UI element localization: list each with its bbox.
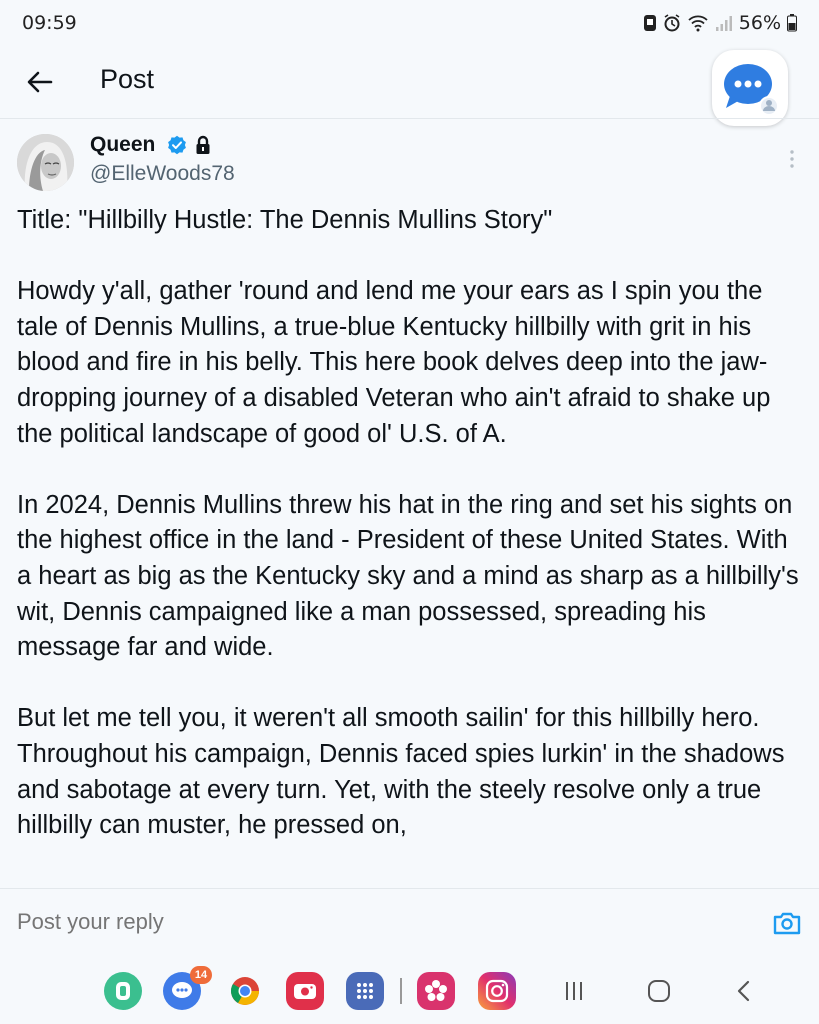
signal-icon [715,16,732,31]
author-badges [167,135,211,155]
wifi-icon [688,15,708,32]
alarm-icon [664,14,680,32]
status-bar: 09:59 56% [0,0,819,46]
battery-icon [787,14,797,32]
post-paragraph: Title: "Hillbilly Hustle: The Dennis Mul… [17,206,553,234]
lock-icon [196,135,210,154]
user-name[interactable]: Queen [90,133,155,157]
chat-bubble-button[interactable] [712,50,788,126]
header-bar: Post [0,46,819,118]
home-icon[interactable] [647,979,671,1003]
flower-app-icon [425,980,447,1001]
header-divider [0,118,819,119]
post-paragraph: In 2024, Dennis Mullins threw his hat in… [17,490,799,662]
status-time: 09:59 [22,12,77,34]
verified-badge-icon [168,135,186,155]
user-handle[interactable]: @ElleWoods78 [90,162,235,186]
post-paragraph: Howdy y'all, gather 'round and lend me y… [17,277,771,448]
app-phone-dock[interactable] [104,972,142,1010]
status-icons: 56% [643,12,797,34]
recent-apps-icon[interactable] [562,980,586,1002]
camera-app-icon [294,984,316,999]
post-text: Title: "Hillbilly Hustle: The Dennis Mul… [17,203,807,879]
reply-input[interactable] [17,909,717,935]
app-instagram[interactable] [478,972,516,1010]
phone-app-icon [116,982,130,1000]
chrome-icon [231,977,259,1005]
chat-bubble-icon [724,64,779,116]
back-nav-icon[interactable] [734,979,754,1003]
app-drawer[interactable] [346,972,384,1010]
battery-level: 56% [738,12,781,34]
arrow-left-icon[interactable] [24,66,56,98]
app-chrome[interactable] [226,972,264,1010]
page-title: Post [100,64,155,94]
messages-badge: 14 [190,966,212,984]
screenshot-icon [643,15,656,31]
camera-icon[interactable] [772,908,802,938]
messages-app-icon [172,982,192,998]
more-options-icon[interactable] [786,148,798,170]
avatar-image [17,134,74,191]
app-camera[interactable] [286,972,324,1010]
reply-bar [0,888,819,960]
app-blossom[interactable] [417,972,455,1010]
system-nav-bar: 14 [0,960,819,1024]
avatar[interactable] [17,134,74,191]
dock-separator [400,978,402,1004]
apps-grid-icon [357,983,373,999]
instagram-icon [485,979,509,1003]
post-paragraph: But let me tell you, it weren't all smoo… [17,704,785,840]
